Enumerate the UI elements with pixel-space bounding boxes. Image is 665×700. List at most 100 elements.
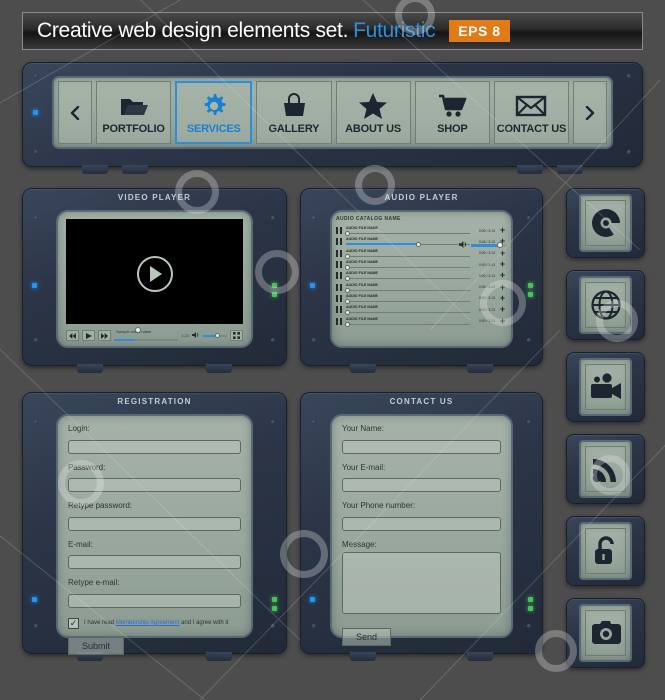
field-input[interactable] (342, 439, 501, 454)
side-button-rss[interactable] (566, 434, 645, 504)
led-indicator (528, 606, 533, 611)
track-row[interactable]: AUDIO FILE NAME 0:00 / 3:13 + (336, 225, 507, 237)
track-handle[interactable] (345, 321, 351, 327)
field-input[interactable] (68, 593, 241, 608)
track-row[interactable]: AUDIO FILE NAME 0:00 / 3:13 + (336, 293, 507, 304)
fullscreen-button[interactable] (230, 330, 243, 341)
pause-icon[interactable] (336, 306, 343, 314)
pause-icon[interactable] (336, 249, 343, 257)
track-time: 0:00 / 3:13 (478, 296, 495, 301)
side-button-video-camera[interactable] (566, 352, 645, 422)
disc-icon (585, 200, 626, 246)
membership-agreement-link[interactable]: Membership Agreement (116, 620, 180, 626)
field-input[interactable] (68, 516, 241, 531)
side-button-globe[interactable] (566, 270, 645, 340)
speaker-icon[interactable] (192, 331, 200, 340)
progress-track[interactable] (114, 338, 179, 341)
side-button-disc[interactable] (566, 188, 645, 258)
nav-item-portfolio[interactable]: PORTFOLIO (96, 81, 172, 144)
track-track (346, 289, 470, 291)
volume-slider[interactable] (471, 241, 507, 248)
track-name: AUDIO FILE NAME (346, 260, 378, 265)
agreement-checkbox[interactable]: ✓ (68, 617, 79, 629)
volume-handle[interactable] (496, 241, 503, 248)
chevron-right-icon (585, 98, 595, 128)
track-row[interactable]: AUDIO FILE NAME 0:00 / 3:13 + (336, 270, 507, 282)
navigation-panel: PORTFOLIO SERVICES GALLERY ABOUT US SHOP… (22, 62, 643, 174)
track-progress[interactable]: AUDIO FILE NAME (345, 282, 470, 293)
track-progress[interactable]: AUDIO FILE NAME (345, 271, 470, 282)
plus-icon[interactable]: + (498, 305, 507, 314)
plus-icon[interactable]: + (498, 293, 507, 303)
track-progress[interactable]: AUDIO FILE NAME (345, 293, 470, 304)
volume-fill (203, 334, 217, 337)
field-input[interactable] (68, 478, 241, 492)
volume-slider[interactable] (203, 332, 227, 338)
nav-item-gallery[interactable]: GALLERY (256, 81, 332, 144)
contact-form: Your Name: Your E-mail: Your Phone number:… (342, 424, 501, 646)
track-progress[interactable]: AUDIO FILE NAME (345, 260, 470, 271)
audio-volume-control[interactable] (459, 236, 507, 254)
play-button[interactable] (136, 255, 173, 292)
field-input[interactable] (342, 478, 501, 492)
nav-item-services[interactable]: SERVICES (175, 81, 253, 144)
rewind-button[interactable] (66, 330, 79, 341)
contact-panel: CONTACT US Your Name: Your E-mail: Your Ph… (300, 392, 543, 661)
pause-icon[interactable] (336, 294, 343, 302)
plus-icon[interactable]: + (498, 316, 507, 326)
track-fill (346, 243, 418, 246)
track-progress[interactable]: AUDIO FILE NAME (346, 237, 470, 248)
bolt (627, 150, 631, 154)
pause-icon[interactable] (336, 238, 343, 246)
play-small-button[interactable] (82, 330, 95, 341)
header-banner: Creative web design elements set. Futuri… (22, 12, 643, 50)
track-progress[interactable]: AUDIO FILE NAME (345, 317, 470, 327)
nav-item-contact-us[interactable]: CONTACT US (493, 81, 570, 144)
track-handle[interactable] (345, 253, 351, 259)
plus-icon[interactable]: + (498, 271, 507, 280)
plus-icon[interactable]: + (498, 260, 507, 269)
pause-icon[interactable] (336, 261, 343, 269)
field-input[interactable] (68, 439, 241, 454)
message-textarea[interactable] (342, 551, 501, 614)
nav-item-about-us[interactable]: ABOUT US (335, 81, 411, 144)
track-handle[interactable] (345, 287, 351, 293)
track-row[interactable]: AUDIO FILE NAME 0:00 / 3:13 + (336, 304, 507, 316)
pause-icon[interactable] (336, 227, 343, 235)
track-row[interactable]: AUDIO FILE NAME 0:00 / 3:13 + (336, 281, 507, 293)
volume-handle[interactable] (215, 332, 221, 338)
send-button[interactable]: Send (342, 627, 392, 646)
video-viewport[interactable] (66, 219, 243, 324)
pause-icon[interactable] (336, 272, 343, 280)
track-progress[interactable]: AUDIO FILE NAME (345, 249, 470, 259)
field-input[interactable] (68, 555, 241, 569)
track-row[interactable]: AUDIO FILE NAME 0:00 / 3:13 + (336, 315, 507, 327)
track-name: AUDIO FILE NAME (346, 293, 378, 298)
track-progress[interactable]: AUDIO FILE NAME (345, 305, 470, 316)
forward-button[interactable] (98, 330, 111, 341)
side-button-camera[interactable] (566, 598, 645, 668)
plus-icon[interactable]: + (498, 282, 507, 292)
track-name: AUDIO FILE NAME (346, 282, 378, 287)
led-indicator (32, 283, 37, 288)
nav-next-button[interactable] (573, 81, 608, 144)
unlock-icon (585, 528, 626, 574)
track-progress[interactable]: AUDIO FILE NAME (345, 226, 470, 237)
nav-prev-button[interactable] (58, 81, 92, 144)
progress-handle[interactable] (134, 326, 141, 333)
side-button-unlock[interactable] (566, 516, 645, 586)
plus-icon[interactable]: + (498, 226, 507, 235)
audio-track-list: AUDIO CATALOG NAME AUDIO FILE NAME 0:00 /… (336, 216, 507, 342)
pause-icon[interactable] (336, 283, 343, 291)
nav-item-shop[interactable]: SHOP (414, 81, 490, 144)
submit-button[interactable]: Submit (68, 636, 125, 655)
video-controls: Sample video name 1:23 (66, 326, 243, 345)
field-input[interactable] (342, 516, 501, 531)
eps-badge: EPS 8 (449, 20, 510, 42)
video-camera-icon (585, 364, 626, 410)
pause-icon[interactable] (336, 317, 343, 325)
nav-label: PORTFOLIO (102, 122, 165, 135)
star-icon (358, 91, 388, 121)
video-progress[interactable]: Sample video name (114, 326, 179, 343)
track-row[interactable]: AUDIO FILE NAME 0:00 / 3:13 + (336, 259, 507, 271)
